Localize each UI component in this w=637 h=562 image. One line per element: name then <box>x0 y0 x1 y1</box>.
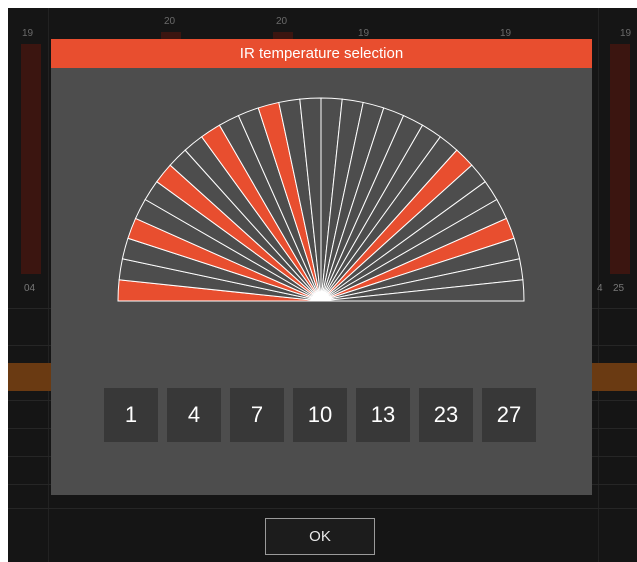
selected-value-box[interactable]: 7 <box>230 388 284 442</box>
bg-top-number: 20 <box>276 16 288 27</box>
ok-button[interactable]: OK <box>265 518 375 555</box>
bg-side-number: 4 <box>597 283 603 294</box>
bg-top-number: 19 <box>358 28 370 39</box>
selected-value-box[interactable]: 10 <box>293 388 347 442</box>
temperature-fan-selector[interactable] <box>51 68 592 338</box>
bg-top-number: 19 <box>500 28 512 39</box>
dialog-title: IR temperature selection <box>51 39 592 68</box>
bg-top-number: 20 <box>164 16 176 27</box>
selected-value-box[interactable]: 27 <box>482 388 536 442</box>
app-background: 19 20 20 19 19 19 04 4 25 IR temperature… <box>8 8 637 562</box>
selected-value-box[interactable]: 1 <box>104 388 158 442</box>
bg-temperature-bar <box>21 44 41 274</box>
bg-side-number: 04 <box>24 283 36 294</box>
bg-top-number: 19 <box>22 28 34 39</box>
bg-side-number: 25 <box>613 283 625 294</box>
bg-temperature-bar <box>610 44 630 274</box>
ir-temperature-dialog: IR temperature selection 1 4 7 10 13 23 27 <box>51 39 592 495</box>
bg-top-number: 19 <box>620 28 632 39</box>
selected-value-box[interactable]: 4 <box>167 388 221 442</box>
selected-value-box[interactable]: 13 <box>356 388 410 442</box>
bg-row-divider <box>8 508 637 509</box>
bg-column-divider <box>48 8 49 562</box>
selected-value-box[interactable]: 23 <box>419 388 473 442</box>
